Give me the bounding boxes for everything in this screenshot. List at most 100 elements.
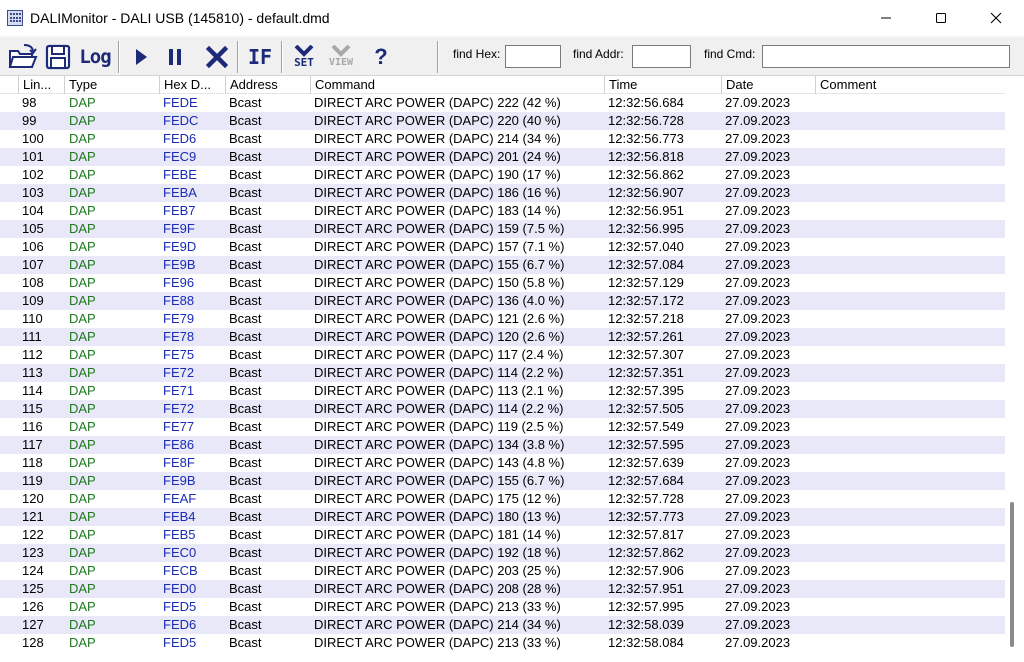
- cell-line: 102: [22, 167, 44, 182]
- table-row[interactable]: 124 DAP FECB Bcast DIRECT ARC POWER (DAPC) 2…: [0, 562, 1005, 580]
- cell-type: DAP: [69, 131, 96, 146]
- view-button[interactable]: VIEW: [324, 40, 358, 74]
- cell-date: 27.09.2023: [725, 419, 791, 434]
- cell-hex: FE96: [163, 275, 195, 290]
- table-row[interactable]: 99 DAP FEDC Bcast DIRECT ARC POWER (DAPC) 22…: [0, 112, 1005, 130]
- cell-date: 27.09.2023: [725, 221, 791, 236]
- if-button[interactable]: IF: [243, 40, 277, 74]
- scrollbar-thumb[interactable]: [1010, 502, 1014, 647]
- cell-command: DIRECT ARC POWER (DAPC) 119 (2.5 %): [314, 419, 564, 434]
- cell-line: 110: [22, 311, 43, 326]
- down-arrow-icon: [331, 45, 351, 57]
- table-row[interactable]: 113 DAP FE72 Bcast DIRECT ARC POWER (DAPC) 1…: [0, 364, 1005, 382]
- column-header-comment[interactable]: Comment: [815, 76, 1005, 94]
- window-title: DALIMonitor - DALI USB (145810) - defaul…: [30, 10, 330, 26]
- table-row[interactable]: 110 DAP FE79 Bcast DIRECT ARC POWER (DAPC) 1…: [0, 310, 1005, 328]
- find-addr-label: find Addr:: [573, 47, 624, 61]
- find-addr-input[interactable]: [632, 45, 691, 68]
- table-row[interactable]: 107 DAP FE9B Bcast DIRECT ARC POWER (DAPC) 1…: [0, 256, 1005, 274]
- table-row[interactable]: 126 DAP FED5 Bcast DIRECT ARC POWER (DAPC) 2…: [0, 598, 1005, 616]
- close-button[interactable]: [973, 0, 1019, 36]
- pause-button[interactable]: [158, 40, 192, 74]
- column-header-time[interactable]: Time: [604, 76, 721, 94]
- cell-hex: FED5: [163, 635, 197, 650]
- table-row[interactable]: 114 DAP FE71 Bcast DIRECT ARC POWER (DAPC) 1…: [0, 382, 1005, 400]
- column-header-command[interactable]: Command: [310, 76, 604, 94]
- table-row[interactable]: 104 DAP FEB7 Bcast DIRECT ARC POWER (DAPC) 1…: [0, 202, 1005, 220]
- column-header-line[interactable]: Lin...: [18, 76, 64, 94]
- table-row[interactable]: 111 DAP FE78 Bcast DIRECT ARC POWER (DAPC) 1…: [0, 328, 1005, 346]
- table-row[interactable]: 122 DAP FEB5 Bcast DIRECT ARC POWER (DAPC) 1…: [0, 526, 1005, 544]
- cell-address: Bcast: [229, 113, 262, 128]
- play-button[interactable]: [124, 40, 158, 74]
- table-row[interactable]: 128 DAP FED5 Bcast DIRECT ARC POWER (DAPC) 2…: [0, 634, 1005, 652]
- table-row[interactable]: 119 DAP FE9B Bcast DIRECT ARC POWER (DAPC) 1…: [0, 472, 1005, 490]
- table-row[interactable]: 112 DAP FE75 Bcast DIRECT ARC POWER (DAPC) 1…: [0, 346, 1005, 364]
- table-row[interactable]: 100 DAP FED6 Bcast DIRECT ARC POWER (DAPC) 2…: [0, 130, 1005, 148]
- column-header-address[interactable]: Address: [225, 76, 310, 94]
- column-header-hex[interactable]: Hex D...: [159, 76, 225, 94]
- column-header-date[interactable]: Date: [721, 76, 815, 94]
- app-icon: [7, 10, 23, 26]
- find-hex-input[interactable]: [505, 45, 561, 68]
- table-row[interactable]: 127 DAP FED6 Bcast DIRECT ARC POWER (DAPC) 2…: [0, 616, 1005, 634]
- save-button[interactable]: [41, 40, 75, 74]
- cell-comment: [819, 292, 999, 310]
- cell-line: 114: [22, 383, 43, 398]
- table-row[interactable]: 101 DAP FEC9 Bcast DIRECT ARC POWER (DAPC) 2…: [0, 148, 1005, 166]
- table-row[interactable]: 115 DAP FE72 Bcast DIRECT ARC POWER (DAPC) 1…: [0, 400, 1005, 418]
- column-header-type[interactable]: Type: [64, 76, 159, 94]
- open-folder-icon: [8, 44, 38, 68]
- cell-time: 12:32:57.505: [608, 401, 684, 416]
- cell-address: Bcast: [229, 419, 262, 434]
- cell-comment: [819, 544, 999, 562]
- table-row[interactable]: 98 DAP FEDE Bcast DIRECT ARC POWER (DAPC) 22…: [0, 94, 1005, 112]
- vertical-scrollbar[interactable]: [1005, 76, 1024, 662]
- open-button[interactable]: [6, 40, 40, 74]
- table-row[interactable]: 117 DAP FE86 Bcast DIRECT ARC POWER (DAPC) 1…: [0, 436, 1005, 454]
- table-row[interactable]: 116 DAP FE77 Bcast DIRECT ARC POWER (DAPC) 1…: [0, 418, 1005, 436]
- cell-comment: [819, 580, 999, 598]
- maximize-button[interactable]: [918, 0, 964, 36]
- log-label: Log: [79, 46, 111, 68]
- toolbar: Log IF SET VIEW ? find Hex: find Addr: f…: [0, 36, 1024, 76]
- table-row[interactable]: 106 DAP FE9D Bcast DIRECT ARC POWER (DAPC) 1…: [0, 238, 1005, 256]
- table-row[interactable]: 125 DAP FED0 Bcast DIRECT ARC POWER (DAPC) 2…: [0, 580, 1005, 598]
- cell-address: Bcast: [229, 311, 262, 326]
- cell-line: 116: [22, 419, 43, 434]
- table-row[interactable]: 108 DAP FE96 Bcast DIRECT ARC POWER (DAPC) 1…: [0, 274, 1005, 292]
- table-row[interactable]: 109 DAP FE88 Bcast DIRECT ARC POWER (DAPC) 1…: [0, 292, 1005, 310]
- minimize-button[interactable]: [863, 0, 909, 36]
- cell-time: 12:32:56.862: [608, 167, 684, 182]
- table-row[interactable]: 120 DAP FEAF Bcast DIRECT ARC POWER (DAPC) 1…: [0, 490, 1005, 508]
- close-icon: [990, 12, 1002, 24]
- cell-type: DAP: [69, 617, 96, 632]
- table-header: Lin... Type Hex D... Address Command Tim…: [0, 76, 1005, 94]
- cell-comment: [819, 508, 999, 526]
- cell-comment: [819, 454, 999, 472]
- cell-line: 125: [22, 581, 44, 596]
- cell-command: DIRECT ARC POWER (DAPC) 114 (2.2 %): [314, 401, 564, 416]
- table-row[interactable]: 102 DAP FEBE Bcast DIRECT ARC POWER (DAPC) 1…: [0, 166, 1005, 184]
- table-row[interactable]: 103 DAP FEBA Bcast DIRECT ARC POWER (DAPC) 1…: [0, 184, 1005, 202]
- cell-type: DAP: [69, 113, 96, 128]
- cell-command: DIRECT ARC POWER (DAPC) 113 (2.1 %): [314, 383, 564, 398]
- set-button[interactable]: SET: [287, 40, 321, 74]
- cell-hex: FEBA: [163, 185, 197, 200]
- cell-command: DIRECT ARC POWER (DAPC) 181 (14 %): [314, 527, 561, 542]
- find-cmd-input[interactable]: [762, 45, 1010, 68]
- cell-type: DAP: [69, 401, 96, 416]
- stop-button[interactable]: [200, 40, 234, 74]
- log-button[interactable]: Log: [78, 40, 112, 74]
- play-icon: [136, 49, 147, 65]
- table-row[interactable]: 123 DAP FEC0 Bcast DIRECT ARC POWER (DAPC) 1…: [0, 544, 1005, 562]
- cell-type: DAP: [69, 329, 96, 344]
- cell-comment: [819, 634, 999, 652]
- cell-comment: [819, 598, 999, 616]
- table-row[interactable]: 118 DAP FE8F Bcast DIRECT ARC POWER (DAPC) 1…: [0, 454, 1005, 472]
- cell-type: DAP: [69, 257, 96, 272]
- table-row[interactable]: 121 DAP FEB4 Bcast DIRECT ARC POWER (DAPC) 1…: [0, 508, 1005, 526]
- table-row[interactable]: 105 DAP FE9F Bcast DIRECT ARC POWER (DAPC) 1…: [0, 220, 1005, 238]
- cell-address: Bcast: [229, 437, 262, 452]
- help-button[interactable]: ?: [364, 40, 398, 74]
